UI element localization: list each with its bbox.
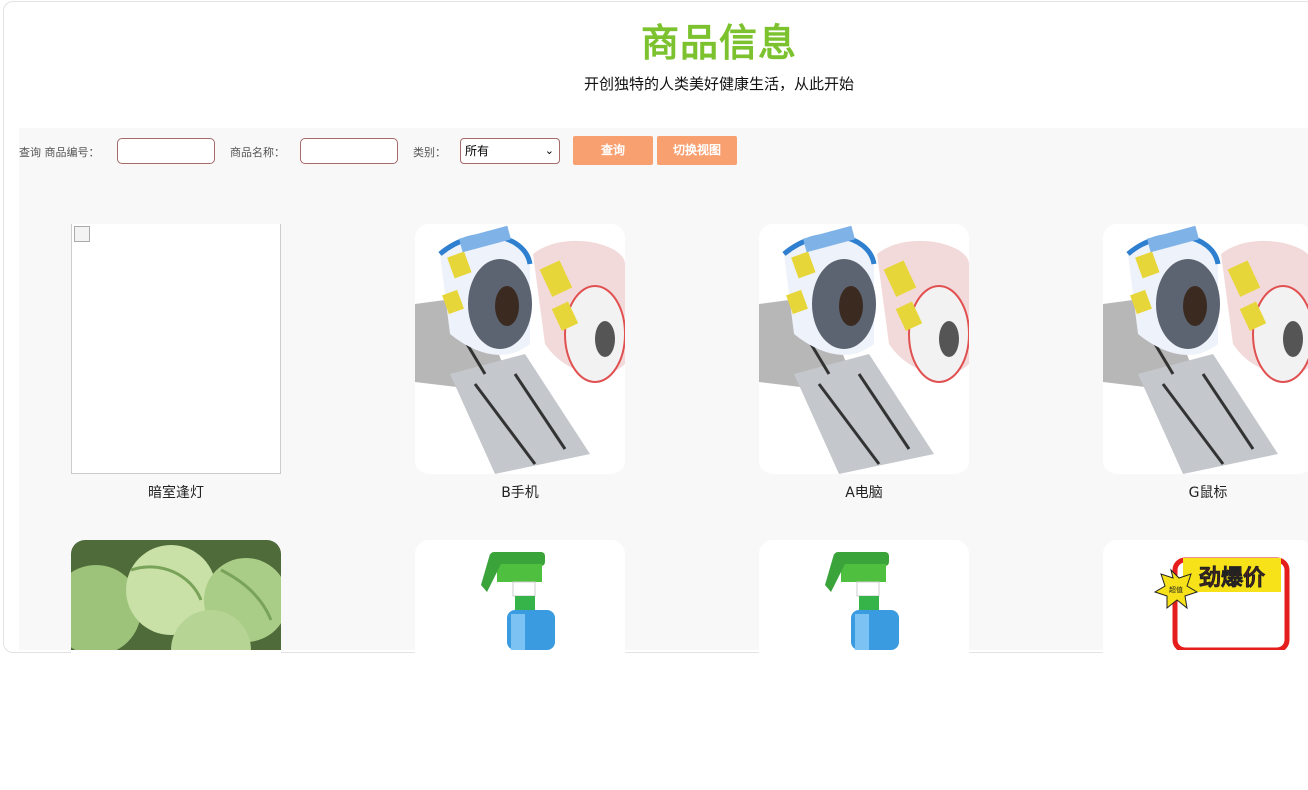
product-image[interactable] [759, 540, 969, 790]
product-grid: 暗室逢灯 B手机 A电脑 G鼠标 劲爆价 超值 [19, 180, 1308, 790]
page-title: 商品信息 [640, 21, 797, 65]
product-name[interactable]: G鼠标 [1103, 484, 1308, 502]
category-select[interactable]: 所有 ⌄ [460, 138, 560, 164]
product-image[interactable] [71, 224, 281, 474]
product-name[interactable]: A电脑 [759, 484, 969, 502]
product-image[interactable] [1103, 224, 1308, 474]
broken-image-icon [74, 226, 90, 242]
product-image[interactable] [415, 540, 625, 790]
product-card[interactable] [415, 540, 625, 790]
product-id-input[interactable] [117, 138, 215, 164]
price-tag-text: 劲爆价 [1199, 566, 1266, 591]
product-card[interactable]: B手机 [415, 224, 625, 502]
page-subtitle: 开创独特的人类美好健康生活，从此开始 [583, 75, 854, 93]
product-image[interactable]: 劲爆价 超值 [1103, 540, 1308, 790]
product-name[interactable]: 暗室逢灯 [71, 484, 281, 502]
product-image[interactable] [415, 224, 625, 474]
product-card[interactable]: 暗室逢灯 [71, 224, 281, 502]
product-id-label: 查询 商品编号： [19, 146, 100, 159]
switch-view-button[interactable]: 切换视图 [657, 136, 737, 165]
price-tag-small-text: 超值 [1169, 585, 1183, 594]
query-button[interactable]: 查询 [573, 136, 653, 165]
product-card[interactable] [71, 540, 281, 790]
product-name-label: 商品名称： [230, 146, 285, 159]
product-card[interactable]: 劲爆价 超值 [1103, 540, 1308, 790]
chevron-down-icon: ⌄ [544, 144, 554, 157]
product-name-input[interactable] [300, 138, 398, 164]
product-image[interactable] [71, 540, 281, 790]
search-bar: 查询 商品编号： 商品名称： 类别： 所有 ⌄ 查询 切换视图 [19, 128, 1308, 180]
product-card[interactable] [759, 540, 969, 790]
category-label: 类别： [413, 146, 446, 159]
category-selected-value: 所有 [465, 144, 490, 158]
product-card[interactable]: A电脑 [759, 224, 969, 502]
product-card[interactable]: G鼠标 [1103, 224, 1308, 502]
product-name[interactable]: B手机 [415, 484, 625, 502]
product-image[interactable] [759, 224, 969, 474]
